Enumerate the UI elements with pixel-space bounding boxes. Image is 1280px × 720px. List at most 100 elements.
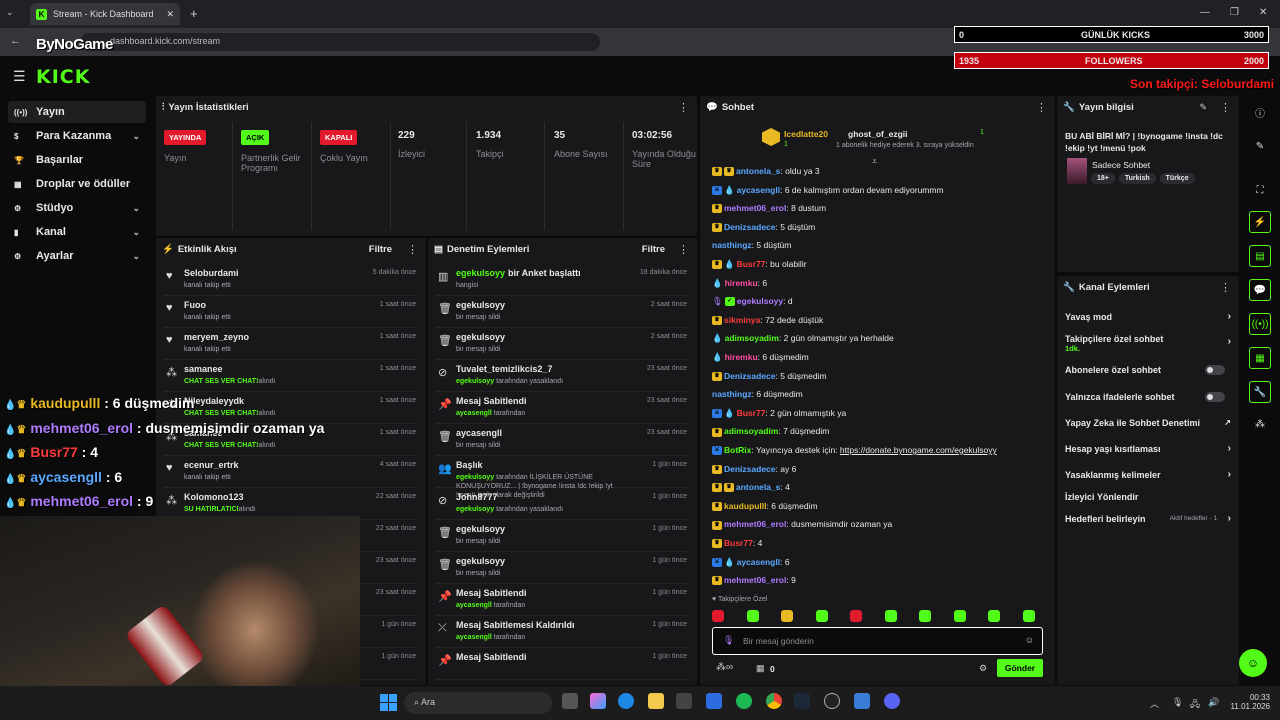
list-item[interactable]: 👥 Başlık egekulsoyy tarafından İLİŞKİLER Ü… <box>436 456 689 499</box>
chat-panel-icon[interactable]: 💬 <box>1249 279 1271 301</box>
chat-message[interactable]: ♛ mehmet06_erol: dusmemisimdir ozaman ya <box>712 519 892 530</box>
steam-icon[interactable] <box>794 693 810 709</box>
moderation-filter-button[interactable]: Filtre <box>642 244 665 255</box>
list-item[interactable]: ⤫ Mesaj Sabitlemesi Kaldırıldı aycasengll … <box>436 616 689 648</box>
chat-message[interactable]: ♛ Denizsadece: ay 6 <box>712 464 796 474</box>
info-icon[interactable]: ⓘ <box>1249 101 1271 123</box>
sidebar-item[interactable]: ▮ Kanal ⌄ <box>8 221 146 243</box>
channel-action-item[interactable]: Abonelere özel sohbet <box>1065 365 1231 385</box>
stream-tag[interactable]: 18+ <box>1091 173 1115 184</box>
emote-icon[interactable] <box>988 610 1000 622</box>
list-item[interactable]: 🗑 aycasengll bir mesajı sildi 23 saat önce <box>436 424 689 456</box>
chevron-right-icon[interactable]: › <box>1228 311 1231 322</box>
broadcast-panel-icon[interactable]: ((•)) <box>1249 313 1271 335</box>
chat-message[interactable]: 💧 hiremku: 6 <box>712 278 767 289</box>
emote-icon[interactable] <box>884 610 897 622</box>
chat-username[interactable]: nasthingz <box>712 389 752 399</box>
channel-action-item[interactable]: Yasaklanmış kelimeler › <box>1065 469 1231 490</box>
list-item[interactable]: 🗑 egekulsoyy bir mesajı sildi 2 saat önce <box>436 296 689 328</box>
toggle-switch[interactable] <box>1205 365 1225 375</box>
kick-logo[interactable]: KICK <box>36 66 90 88</box>
chat-username[interactable]: antonela_s <box>736 166 780 176</box>
channel-action-item[interactable]: Yapay Zeka ile Sohbet Denetimi ↗ <box>1065 418 1231 438</box>
moderation-panel-icon[interactable]: ▦ <box>1249 347 1271 369</box>
chat-message[interactable]: 💧 adimsoyadim: 2 gün olmamıştır ya herhal… <box>712 333 894 344</box>
chat-username[interactable]: aycasengll <box>737 185 780 195</box>
chat-message[interactable]: ♛ 💧 Busr77: bu olabilir <box>712 259 807 270</box>
mail-icon[interactable] <box>706 693 722 709</box>
back-icon[interactable]: ← <box>10 35 21 47</box>
list-item[interactable]: 📌 Mesaj Sabitlendi aycasengll tarafından 23… <box>436 392 689 424</box>
edit-icon[interactable]: ✎ <box>1199 102 1207 113</box>
chat-username[interactable]: BotRix <box>724 445 751 455</box>
list-item[interactable]: 🗑 egekulsoyy bir mesajı sildi 1 gün önce <box>436 552 689 584</box>
chat-message[interactable]: 🎙 ✓ egekulsoyy: d <box>712 296 793 307</box>
chat-message[interactable]: ⚔ 💧 aycasengll: 6 <box>712 557 790 568</box>
network-icon[interactable]: 🖧 <box>1190 697 1200 713</box>
maximize-icon[interactable]: ❐ <box>1230 7 1239 18</box>
tray-chevron-icon[interactable]: ︿ <box>1150 697 1159 710</box>
tab-list-icon[interactable]: ⌄ <box>6 7 20 21</box>
list-item[interactable]: ⊘ Tuvalet_temizlikcis2_7 egekulsoyy tarafı… <box>436 360 689 392</box>
channel-action-item[interactable]: İzleyici Yönlendir <box>1065 492 1231 512</box>
sidebar-item[interactable]: 🏆 Başarılar <box>8 149 146 171</box>
chat-message[interactable]: ♛ Busr77: 4 <box>712 538 762 549</box>
chevron-down-icon[interactable]: ⌄ <box>132 227 140 238</box>
volume-icon[interactable]: 🔊 <box>1208 697 1219 708</box>
chat-username[interactable]: Busr77 <box>737 408 766 418</box>
chat-username[interactable]: hiremku <box>725 352 758 362</box>
copilot-icon[interactable] <box>590 693 606 709</box>
emote-icon[interactable] <box>919 610 931 622</box>
chat-menu-icon[interactable]: ⋮ <box>1036 101 1047 114</box>
chevron-right-icon[interactable]: › <box>1228 469 1231 480</box>
chat-message[interactable]: 💧 hiremku: 6 düşmedim <box>712 352 809 363</box>
sidebar-item[interactable]: ⚙ Ayarlar ⌄ <box>8 245 146 267</box>
chevron-right-icon[interactable]: › <box>1228 513 1231 524</box>
stream-tag[interactable]: Türkçe <box>1159 173 1195 184</box>
windows-start-icon[interactable] <box>380 694 397 711</box>
emote-icon[interactable] <box>712 610 724 622</box>
list-item[interactable]: 🗑 egekulsoyy bir mesajı sildi 1 gün önce <box>436 520 689 552</box>
chat-username[interactable]: adimsoyadim <box>724 426 778 436</box>
channel-action-item[interactable]: Yavaş mod › <box>1065 311 1231 332</box>
chat-message[interactable]: ♛ ♛ antonela_s: oldu ya 3 <box>712 166 820 177</box>
app-icon[interactable] <box>854 693 870 709</box>
new-tab-icon[interactable]: + <box>190 6 198 21</box>
kick-points-icon[interactable]: ⁂∞ <box>716 662 733 673</box>
chat-username[interactable]: Denizsadece <box>724 371 776 381</box>
chat-message[interactable]: ♛ kaudupulll: 6 düşmedim <box>712 501 818 512</box>
emoji-icon[interactable]: ☺ <box>1025 635 1034 645</box>
list-item[interactable]: ♥ ecenur_ertrk kanalı takip etti 4 saat önc… <box>164 456 418 488</box>
store-app-icon[interactable] <box>676 693 692 709</box>
chat-username[interactable]: adimsoyadim <box>725 333 779 343</box>
task-view-icon[interactable] <box>562 693 578 709</box>
channel-action-item[interactable]: Yalnızca ifadelerle sohbet <box>1065 392 1231 412</box>
help-bubble-icon[interactable]: ☺ <box>1239 649 1267 677</box>
moderation-menu-icon[interactable]: ⋮ <box>678 243 689 256</box>
chat-message[interactable]: nasthingz: 6 düşmedim <box>712 389 803 399</box>
list-item[interactable]: ♥ Seloburdami kanalı takip etti 5 dakika ön… <box>164 264 418 296</box>
edge-icon[interactable] <box>618 693 634 709</box>
chat-username[interactable]: mehmet06_erol <box>724 203 786 213</box>
chevron-down-icon[interactable]: ⌄ <box>132 251 140 262</box>
sidebar-item[interactable]: $ Para Kazanma ⌄ <box>8 125 146 147</box>
minimize-icon[interactable]: — <box>1200 7 1210 18</box>
store-icon[interactable]: ▦ <box>756 663 765 674</box>
chat-message[interactable]: ♛ mehmet06_erol: 9 <box>712 575 796 586</box>
send-button[interactable]: Gönder <box>997 659 1043 677</box>
list-item[interactable]: ⁂ samanee CHAT SES VER CHAT!alındı 1 saat ö… <box>164 360 418 392</box>
chat-message[interactable]: ♛ ♛ antonela_s: 4 <box>712 482 790 493</box>
browser-tab[interactable]: K Stream - Kick Dashboard ✕ <box>30 3 180 25</box>
close-window-icon[interactable]: ✕ <box>1259 7 1267 18</box>
chrome-icon[interactable] <box>766 693 782 709</box>
list-item[interactable]: 📌 Mesaj Sabitlendi aycasengll tarafından 1 … <box>436 584 689 616</box>
chat-username[interactable]: Denizsadece <box>724 464 776 474</box>
close-tab-icon[interactable]: ✕ <box>166 9 174 20</box>
microphone-tray-icon[interactable]: 🎙 <box>1172 697 1183 708</box>
chat-message[interactable]: ♛ sikminya: 72 dede düştük <box>712 315 823 326</box>
list-item[interactable]: ♥ meryem_zeyno kanalı takip etti 1 saat önc… <box>164 328 418 360</box>
chat-username[interactable]: aycasengll <box>737 557 780 567</box>
spotify-icon[interactable] <box>736 693 752 709</box>
chat-username[interactable]: Busr77 <box>724 538 753 548</box>
chat-message[interactable]: ⚔ 💧 Busr77: 2 gün olmamıştık ya <box>712 408 846 419</box>
